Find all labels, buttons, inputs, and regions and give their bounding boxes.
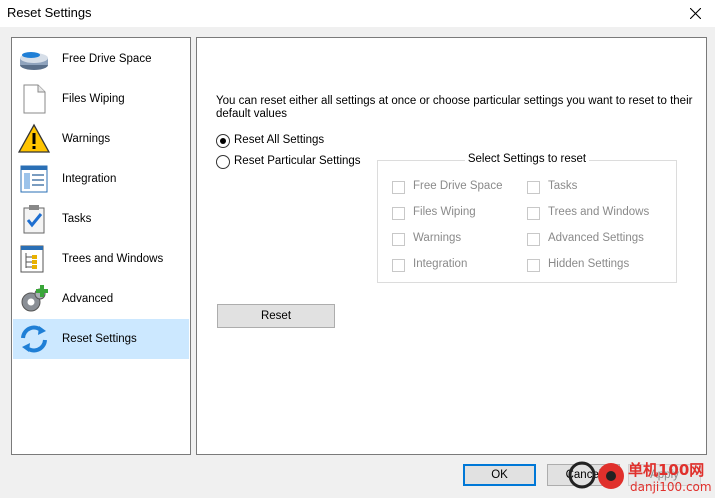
checkbox-label: Advanced Settings bbox=[548, 232, 644, 244]
sidebar-item-integration[interactable]: Integration bbox=[13, 159, 189, 199]
tree-window-icon bbox=[20, 245, 44, 273]
group-title: Select Settings to reset bbox=[464, 153, 590, 165]
watermark-logo: 单机100网 danji100.com bbox=[568, 461, 712, 494]
clipboard-check-icon bbox=[23, 205, 45, 234]
sidebar-item-label: Warnings bbox=[62, 133, 111, 145]
checkbox-label: Hidden Settings bbox=[548, 258, 630, 270]
integration-icon bbox=[20, 165, 48, 193]
sidebar-item-files-wiping[interactable]: Files Wiping bbox=[13, 79, 189, 119]
checkbox-box[interactable] bbox=[527, 233, 540, 246]
checkbox-box[interactable] bbox=[527, 207, 540, 220]
title-bar: Reset Settings bbox=[0, 0, 715, 27]
warning-icon bbox=[18, 123, 50, 153]
checkbox-label: Tasks bbox=[548, 180, 578, 192]
sidebar-item-label: Advanced bbox=[62, 293, 114, 305]
reset-button[interactable]: Reset bbox=[217, 304, 335, 328]
close-button[interactable] bbox=[675, 0, 715, 27]
settings-panel: You can reset either all settings at onc… bbox=[196, 37, 707, 455]
document-icon bbox=[23, 84, 46, 114]
close-icon bbox=[690, 8, 701, 19]
gears-plus-icon bbox=[21, 285, 48, 312]
window-title: Reset Settings bbox=[7, 5, 92, 20]
sidebar-item-label: Trees and Windows bbox=[62, 253, 164, 265]
checkbox-label: Files Wiping bbox=[413, 206, 476, 218]
checkbox-box[interactable] bbox=[527, 259, 540, 272]
checkbox-box[interactable] bbox=[392, 233, 405, 246]
checkbox-label: Trees and Windows bbox=[548, 206, 650, 218]
drive-icon bbox=[20, 52, 48, 70]
select-settings-group: Select Settings to reset Free Drive Spac… bbox=[377, 153, 677, 283]
sidebar: Free Drive Space Files Wiping Warnings I… bbox=[11, 37, 191, 455]
sidebar-item-trees-and-windows[interactable]: Trees and Windows bbox=[13, 239, 189, 279]
checkbox-label: Free Drive Space bbox=[413, 180, 503, 192]
sidebar-item-tasks[interactable]: Tasks bbox=[13, 199, 189, 239]
checkbox-label: Integration bbox=[413, 258, 468, 270]
sidebar-item-label: Integration bbox=[62, 173, 117, 185]
description-text: You can reset either all settings at onc… bbox=[216, 95, 693, 120]
sidebar-item-label: Free Drive Space bbox=[62, 53, 152, 65]
watermark-url: danji100.com bbox=[630, 480, 712, 494]
radio-button-checked[interactable] bbox=[216, 134, 230, 148]
checkbox-box[interactable] bbox=[392, 207, 405, 220]
sidebar-item-label: Files Wiping bbox=[62, 93, 125, 105]
sidebar-item-advanced[interactable]: Advanced bbox=[13, 279, 189, 319]
radio-button[interactable] bbox=[216, 155, 230, 169]
refresh-arrows-icon bbox=[21, 325, 47, 353]
sidebar-item-warnings[interactable]: Warnings bbox=[13, 119, 189, 159]
checkbox-box[interactable] bbox=[392, 181, 405, 194]
sidebar-item-label: Tasks bbox=[62, 213, 92, 225]
checkbox-box[interactable] bbox=[527, 181, 540, 194]
radio-label-reset-all: Reset All Settings bbox=[234, 134, 325, 146]
ok-button[interactable]: OK bbox=[463, 464, 536, 486]
sidebar-item-label: Reset Settings bbox=[62, 333, 137, 345]
watermark-text: 单机100网 bbox=[628, 461, 704, 479]
sidebar-item-reset-settings[interactable]: Reset Settings bbox=[13, 319, 189, 359]
checkbox-label: Warnings bbox=[413, 232, 462, 244]
checkbox-box[interactable] bbox=[392, 259, 405, 272]
sidebar-item-free-drive-space[interactable]: Free Drive Space bbox=[13, 39, 189, 79]
radio-label-reset-particular: Reset Particular Settings bbox=[234, 155, 361, 167]
